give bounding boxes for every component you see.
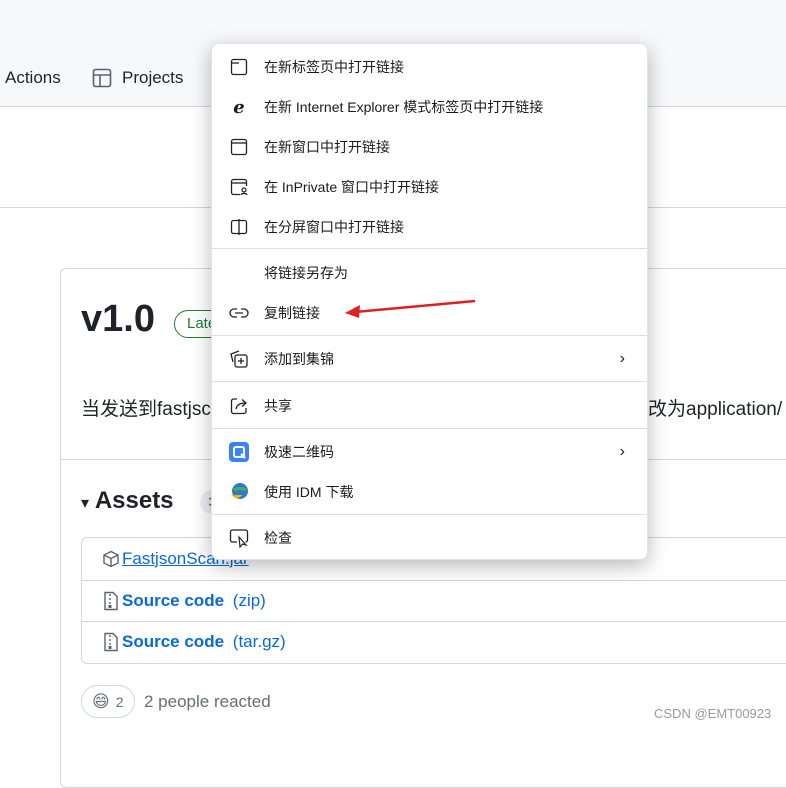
- assets-toggle[interactable]: ▾ Assets: [81, 487, 174, 515]
- red-arrow-annotation: [345, 299, 476, 318]
- smile-emoji-icon: 😄: [92, 691, 110, 711]
- file-zip-icon: [102, 632, 120, 652]
- file-zip-icon: [102, 591, 120, 611]
- nav-label: Projects: [122, 68, 184, 87]
- link-icon: [229, 303, 249, 323]
- menu-label: 共享: [264, 398, 292, 414]
- menu-item-idm-download[interactable]: 使用 IDM 下载: [212, 474, 647, 510]
- menu-item-open-ie-tab[interactable]: e 在新 Internet Explorer 模式标签页中打开链接: [212, 89, 647, 125]
- menu-separator: [212, 335, 647, 336]
- package-icon: [102, 550, 120, 568]
- asset-suffix: (tar.gz): [232, 632, 286, 651]
- assets-title: Assets: [94, 487, 174, 514]
- chevron-right-icon: ›: [619, 443, 625, 460]
- menu-separator: [212, 248, 647, 249]
- menu-label: 使用 IDM 下载: [264, 484, 354, 500]
- menu-item-inspect[interactable]: 检查: [212, 520, 647, 556]
- menu-item-open-split-screen[interactable]: 在分屏窗口中打开链接: [212, 209, 647, 245]
- menu-label: 在分屏窗口中打开链接: [264, 219, 404, 235]
- watermark: CSDN @EMT00923: [654, 706, 772, 721]
- reaction-count: 2: [115, 693, 124, 710]
- inspect-icon: [229, 528, 249, 548]
- table-icon: [92, 68, 112, 88]
- menu-separator: [212, 514, 647, 515]
- asset-row[interactable]: Source code (tar.gz): [82, 621, 786, 662]
- chevron-right-icon: ›: [619, 350, 625, 367]
- asset-row[interactable]: Source code (zip): [82, 580, 786, 621]
- menu-label: 极速二维码: [264, 444, 334, 460]
- menu-label: 将链接另存为: [264, 265, 348, 281]
- release-description-tail: 改为application/: [648, 399, 783, 420]
- menu-item-qr-code[interactable]: 极速二维码 ›: [212, 434, 647, 470]
- qr-extension-icon: [229, 442, 249, 462]
- share-icon: [229, 396, 249, 416]
- release-version[interactable]: v1.0: [81, 298, 155, 341]
- asset-suffix: (zip): [232, 591, 266, 610]
- menu-label: 在 InPrivate 窗口中打开链接: [264, 179, 440, 195]
- release-description: 当发送到fastjsc: [81, 399, 211, 420]
- menu-label: 在新标签页中打开链接: [264, 59, 404, 75]
- menu-label: 复制链接: [264, 305, 320, 321]
- menu-separator: [212, 428, 647, 429]
- collections-icon: [229, 349, 249, 369]
- menu-item-open-new-tab[interactable]: 在新标签页中打开链接: [212, 49, 647, 85]
- reaction-summary: 2 people reacted: [144, 692, 271, 711]
- idm-icon: [229, 482, 249, 502]
- menu-label: 在新窗口中打开链接: [264, 139, 390, 155]
- ie-icon: e: [233, 96, 245, 118]
- menu-label: 在新 Internet Explorer 模式标签页中打开链接: [264, 99, 544, 115]
- menu-item-add-to-collections[interactable]: 添加到集锦 ›: [212, 341, 647, 377]
- menu-item-open-new-window[interactable]: 在新窗口中打开链接: [212, 129, 647, 165]
- split-screen-icon: [229, 217, 249, 237]
- reaction-button[interactable]: 😄 2: [81, 685, 135, 718]
- menu-label: 添加到集锦: [264, 351, 334, 367]
- nav-label: Actions: [5, 68, 61, 87]
- menu-item-share[interactable]: 共享: [212, 388, 647, 424]
- menu-separator: [212, 381, 647, 382]
- menu-label: 检查: [264, 530, 292, 546]
- asset-link[interactable]: Source code: [122, 632, 224, 652]
- new-tab-icon: [229, 57, 249, 77]
- inprivate-icon: [229, 177, 249, 197]
- window-icon: [229, 137, 249, 157]
- menu-item-open-inprivate[interactable]: 在 InPrivate 窗口中打开链接: [212, 169, 647, 205]
- asset-link[interactable]: Source code: [122, 591, 224, 611]
- menu-item-save-link-as[interactable]: 将链接另存为: [212, 255, 647, 291]
- nav-projects[interactable]: Projects: [92, 68, 183, 88]
- nav-actions[interactable]: Actions: [5, 68, 61, 88]
